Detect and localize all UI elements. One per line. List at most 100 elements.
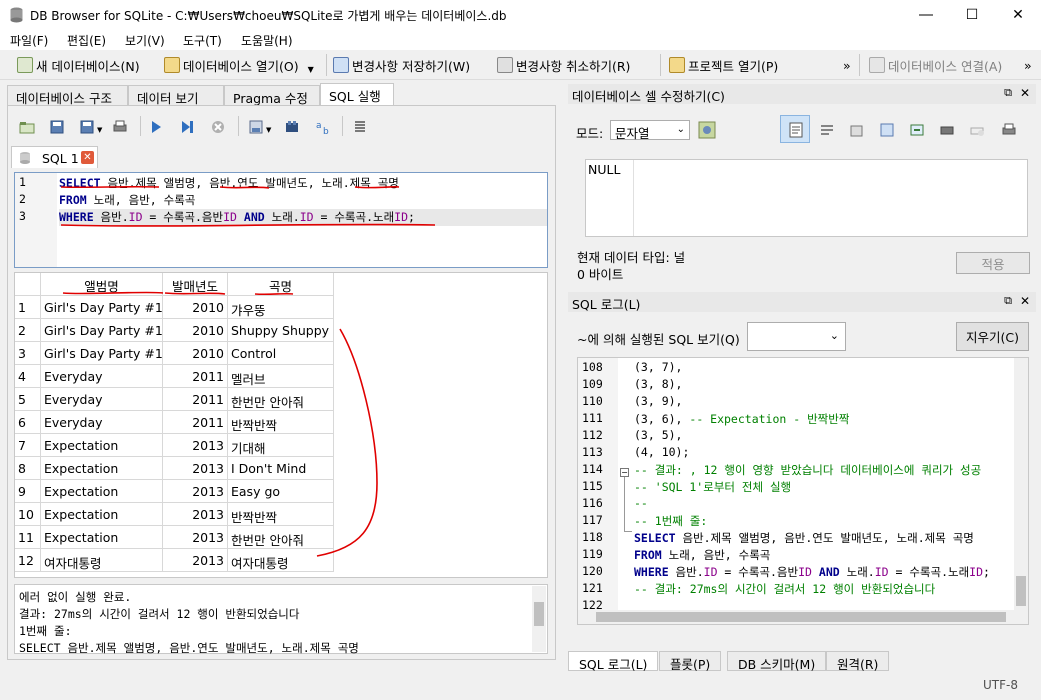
message-line: 결과: 27ms의 시간이 걸려서 12 행이 반환되었습니다 bbox=[19, 607, 300, 621]
clear-icon[interactable] bbox=[968, 121, 986, 139]
text-mode-button[interactable] bbox=[780, 115, 810, 143]
save-icon bbox=[333, 57, 349, 73]
log-vertical-scrollbar[interactable] bbox=[1014, 358, 1028, 610]
comment-lines-icon[interactable] bbox=[351, 118, 369, 136]
message-line: 에러 없이 실행 완료. bbox=[19, 590, 132, 604]
tab-browse-data[interactable]: 데이터 보기 bbox=[128, 85, 224, 106]
find-icon[interactable] bbox=[283, 118, 301, 136]
print-icon[interactable] bbox=[111, 118, 129, 136]
toolbar-separator bbox=[326, 54, 327, 76]
log-line-number: 119 bbox=[582, 547, 603, 561]
write-changes-button[interactable]: 변경사항 저장하기(W) bbox=[333, 54, 470, 76]
dropdown-arrow-icon[interactable]: ▼ bbox=[308, 65, 314, 74]
open-sql-file-icon[interactable] bbox=[48, 118, 66, 136]
encoding-status: UTF-8 bbox=[983, 678, 1018, 692]
export-icon[interactable] bbox=[878, 121, 896, 139]
tab-db-schema[interactable]: DB 스키마(M) bbox=[727, 651, 827, 672]
log-line-number: 114 bbox=[582, 462, 603, 476]
clear-log-button[interactable]: 지우기(C) bbox=[956, 322, 1029, 351]
fold-marker[interactable]: − bbox=[618, 468, 632, 534]
close-window-button[interactable]: ✕ bbox=[995, 0, 1041, 30]
close-dock-icon[interactable]: ✕ bbox=[1020, 86, 1030, 100]
stop-execution-icon[interactable] bbox=[209, 118, 227, 136]
log-line: (3, 7), bbox=[634, 360, 683, 374]
open-project-button[interactable]: 프로젝트 열기(P) bbox=[669, 54, 778, 76]
find-replace-icon[interactable]: ab bbox=[314, 118, 332, 136]
maximize-button[interactable]: ☐ bbox=[949, 0, 995, 30]
revert-changes-button[interactable]: 변경사항 취소하기(R) bbox=[497, 54, 630, 76]
log-line-number: 113 bbox=[582, 445, 603, 459]
word-wrap-icon[interactable] bbox=[818, 121, 836, 139]
log-line: -- 결과: , 12 행이 영향 받았습니다 데이터베이스에 쿼리가 성공 bbox=[634, 463, 982, 477]
menu-tools[interactable]: 도구(T) bbox=[183, 32, 222, 49]
auto-switch-mode-icon[interactable] bbox=[698, 121, 716, 139]
tab-plot[interactable]: 플롯(P) bbox=[659, 651, 722, 672]
open-tab-icon[interactable] bbox=[18, 118, 36, 136]
project-icon bbox=[669, 57, 685, 73]
tab-edit-pragmas[interactable]: Pragma 수정 bbox=[224, 85, 320, 106]
execution-message-pane[interactable]: 에러 없이 실행 완료. 결과: 27ms의 시간이 걸려서 12 행이 반환되… bbox=[14, 584, 548, 655]
menu-view[interactable]: 보기(V) bbox=[125, 32, 165, 49]
mode-select[interactable]: 문자열 ⌄ bbox=[610, 120, 690, 141]
log-line-number: 118 bbox=[582, 530, 603, 544]
save-results-icon[interactable]: ▼ bbox=[247, 118, 271, 136]
log-line: -- bbox=[634, 496, 648, 510]
vertical-scrollbar[interactable] bbox=[532, 586, 546, 652]
save-sql-file-icon[interactable]: ▼ bbox=[78, 118, 102, 136]
menu-bar: 파일(F) 편집(E) 보기(V) 도구(T) 도움말(H) bbox=[0, 30, 1041, 50]
close-dock-icon[interactable]: ✕ bbox=[1020, 294, 1030, 308]
log-line-number: 110 bbox=[582, 394, 603, 408]
sql-editor[interactable]: 1 2 3 SELECT 음반.제목 앨범명, 음반.연도 발매년도, 노래.제… bbox=[14, 172, 548, 268]
menu-help[interactable]: 도움말(H) bbox=[241, 32, 293, 49]
new-database-button[interactable]: 새 데이터베이스(N) bbox=[17, 54, 140, 76]
log-line: (3, 9), bbox=[634, 394, 683, 408]
attach-icon bbox=[869, 57, 885, 73]
sql-toolbar: ▼ ▼ ab bbox=[14, 112, 374, 142]
close-tab-icon[interactable]: ✕ bbox=[81, 151, 94, 164]
tab-sql-log[interactable]: SQL 로그(L) bbox=[568, 651, 659, 672]
minimize-button[interactable]: ― bbox=[903, 0, 949, 30]
log-line: -- 결과: 27ms의 시간이 걸려서 12 행이 반환되었습니다 bbox=[634, 582, 936, 596]
float-dock-icon[interactable]: ⧉ bbox=[1004, 294, 1012, 308]
apply-button[interactable]: 적용 bbox=[956, 252, 1030, 274]
menu-file[interactable]: 파일(F) bbox=[10, 32, 48, 49]
result-grid[interactable]: 앨범명 발매년도 곡명 1 Girl's Day Party #1 2010 갸우뚱 2… bbox=[14, 272, 548, 578]
tab-execute-sql[interactable]: SQL 실행 bbox=[320, 83, 394, 106]
eye-icon[interactable] bbox=[938, 121, 956, 139]
set-null-icon[interactable] bbox=[908, 121, 926, 139]
log-sql-line: WHERE 음반.ID = 수록곡.음반ID AND 노래.ID = 수록곡.노… bbox=[634, 565, 990, 579]
dock-tab-bar: SQL 로그(L) 플롯(P) DB 스키마(M) 원격(R) bbox=[568, 651, 1036, 672]
mode-label: 모드: bbox=[576, 126, 604, 141]
import-icon[interactable] bbox=[848, 121, 866, 139]
cell-value-editor[interactable]: NULL bbox=[585, 159, 1028, 237]
log-line: -- 1번째 줄: bbox=[634, 514, 708, 528]
log-line-number: 120 bbox=[582, 564, 603, 578]
log-line: -- 'SQL 1'로부터 전체 실행 bbox=[634, 480, 792, 494]
log-line-number: 116 bbox=[582, 496, 603, 510]
log-sql-line: FROM 노래, 음반, 수록곡 bbox=[634, 548, 771, 562]
tab-remote[interactable]: 원격(R) bbox=[826, 651, 890, 672]
tab-database-structure[interactable]: 데이터베이스 구조 bbox=[7, 85, 128, 106]
toolbar-separator bbox=[859, 54, 860, 76]
chevron-down-icon: ⌄ bbox=[829, 329, 839, 342]
cell-value: NULL bbox=[588, 162, 621, 177]
execute-current-line-icon[interactable] bbox=[178, 118, 196, 136]
sql-editor-tab[interactable]: SQL 1 ✕ bbox=[11, 146, 98, 168]
toolbar-overflow-button-2[interactable]: » bbox=[1024, 54, 1032, 76]
database-icon bbox=[10, 7, 23, 23]
sql-log-viewer[interactable]: 108 (3, 7), 109 (3, 8), 110 (3, 9), 111 (3, 6),… bbox=[577, 357, 1029, 625]
menu-edit[interactable]: 편집(E) bbox=[67, 32, 106, 49]
edit-cell-panel: 모드: 문자열 ⌄ NULL 현재 데이터 타입: 널 0 바이트 적용 bbox=[568, 106, 1036, 286]
edit-cell-title: 데이터베이스 셀 수정하기(C) bbox=[568, 84, 1036, 104]
main-toolbar: 새 데이터베이스(N) 데이터베이스 열기(O) ▼ 변경사항 저장하기(W) 변… bbox=[0, 50, 1041, 80]
print-icon[interactable] bbox=[1000, 121, 1018, 139]
sql-log-source-select[interactable]: ⌄ bbox=[747, 322, 846, 351]
edit-cell-dock-header: 데이터베이스 셀 수정하기(C) ⧉ ✕ bbox=[568, 84, 1036, 104]
open-database-button[interactable]: 데이터베이스 열기(O) ▼ bbox=[164, 54, 314, 76]
log-line-number: 117 bbox=[582, 513, 603, 527]
log-horizontal-scrollbar[interactable] bbox=[578, 610, 1028, 624]
execute-all-icon[interactable] bbox=[147, 118, 165, 136]
float-dock-icon[interactable]: ⧉ bbox=[1004, 86, 1012, 100]
attach-database-button[interactable]: 데이터베이스 연결(A) bbox=[869, 54, 1002, 76]
toolbar-overflow-button[interactable]: » bbox=[843, 54, 851, 76]
